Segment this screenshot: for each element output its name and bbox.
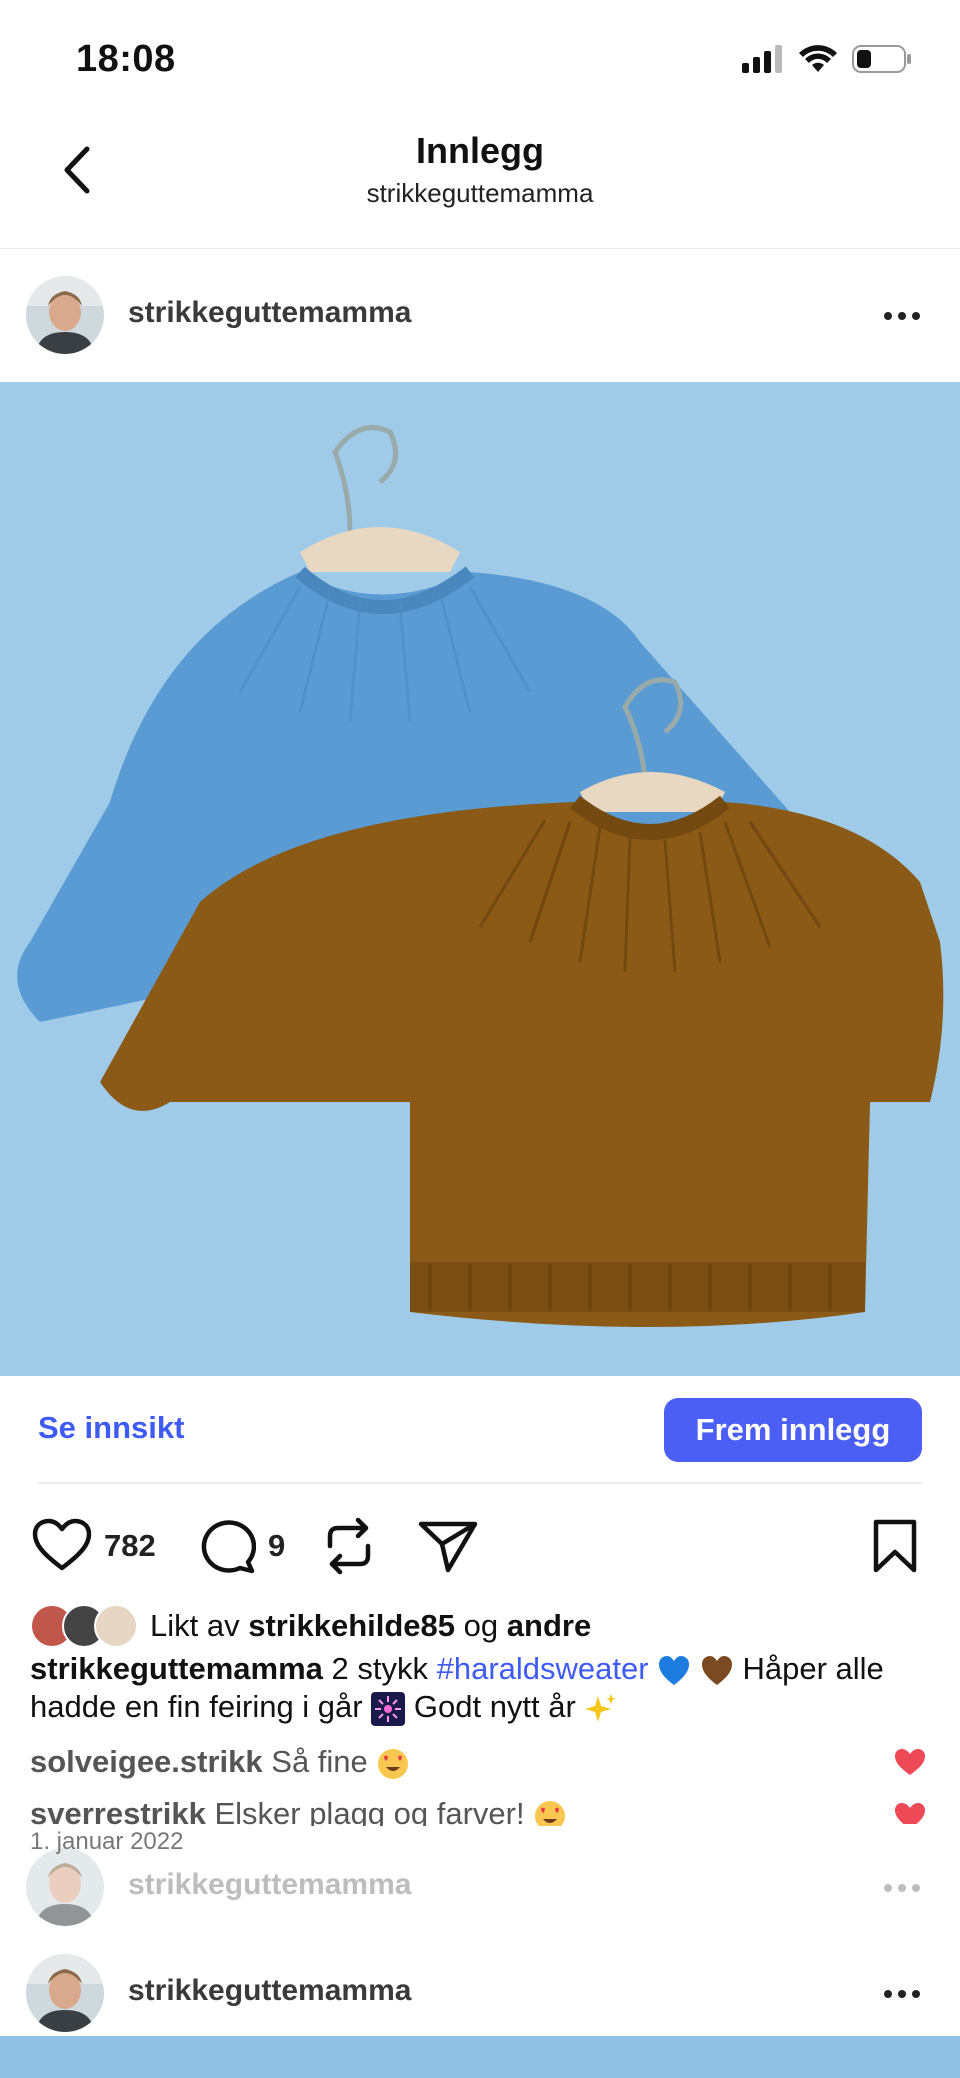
avatar[interactable] <box>26 1848 104 1926</box>
caption-text: Godt nytt år <box>413 1689 576 1724</box>
see-insights-link[interactable]: Se innsikt <box>38 1410 184 1446</box>
bookmark-icon <box>873 1519 917 1573</box>
heart-filled-icon <box>895 1803 925 1824</box>
more-options-button[interactable] <box>874 1974 930 2014</box>
wifi-icon <box>799 45 837 72</box>
fireworks-emoji-icon <box>371 1691 406 1726</box>
share-button[interactable] <box>418 1518 478 1579</box>
status-bar: 18:08 <box>0 0 960 120</box>
more-dot-icon <box>898 1884 906 1892</box>
more-dot-icon <box>884 312 892 320</box>
comment-username[interactable]: sverrestrikk <box>30 1796 206 1826</box>
comment-like-button[interactable] <box>894 1802 926 1824</box>
sweater-photo-icon <box>0 382 960 1376</box>
comment-text: Elsker plagg og farver! <box>214 1796 525 1826</box>
avatar-image <box>26 1954 104 2032</box>
liked-by-line[interactable]: Likt av strikkehilde85 og andre <box>30 1604 591 1648</box>
brown-heart-emoji-icon <box>701 1655 732 1685</box>
post-owner-actions: Se innsikt Frem innlegg <box>0 1376 960 1484</box>
liked-by-prefix: Likt av <box>150 1608 240 1643</box>
liked-by-others[interactable]: andre <box>507 1608 591 1644</box>
repost-button[interactable] <box>320 1516 378 1581</box>
status-icons <box>742 44 912 74</box>
status-time: 18:08 <box>76 38 176 80</box>
post-username[interactable]: strikkeguttemamma <box>128 1974 411 2008</box>
post-photo[interactable] <box>0 382 960 1376</box>
heart-icon <box>32 1518 92 1571</box>
liked-by-and: og <box>463 1608 499 1643</box>
comment-username[interactable]: solveigee.strikk <box>30 1744 263 1779</box>
more-options-button[interactable] <box>874 296 930 336</box>
heart-eyes-emoji-icon <box>535 1800 566 1826</box>
page-subtitle: strikkeguttemamma <box>366 178 594 208</box>
post-header: strikkeguttemamma <box>0 250 960 380</box>
more-dot-icon <box>898 312 906 320</box>
post-username[interactable]: strikkeguttemamma <box>128 296 411 330</box>
more-dot-icon <box>912 1990 920 1998</box>
more-dot-icon <box>884 1990 892 1998</box>
heart-filled-icon <box>895 1749 925 1775</box>
likes-count[interactable]: 782 <box>104 1528 156 1564</box>
blue-heart-emoji-icon <box>659 1655 690 1685</box>
promote-post-button[interactable]: Frem innlegg <box>664 1398 922 1462</box>
cellular-signal-icon <box>742 45 782 73</box>
caption-text: 2 stykk <box>331 1651 428 1686</box>
caption-username[interactable]: strikkeguttemamma <box>30 1651 323 1686</box>
next-post-photo[interactable] <box>0 2036 960 2078</box>
caption-hashtag[interactable]: #haraldsweater <box>437 1651 649 1686</box>
more-dot-icon <box>898 1990 906 1998</box>
page-title: Innlegg <box>416 130 544 171</box>
more-dot-icon <box>912 1884 920 1892</box>
liked-by-avatars <box>30 1604 138 1648</box>
heart-eyes-emoji-icon <box>378 1748 409 1779</box>
avatar-image <box>26 276 104 354</box>
save-button[interactable] <box>872 1518 918 1579</box>
post-action-bar: 782 9 <box>0 1500 960 1590</box>
more-dot-icon <box>884 1884 892 1892</box>
avatar-image <box>26 1848 104 1926</box>
next-post-header: strikkeguttemamma <box>0 1936 960 2036</box>
avatar[interactable] <box>26 1954 104 2032</box>
comments-count[interactable]: 9 <box>268 1528 285 1564</box>
comment-text: Så fine <box>271 1744 368 1779</box>
liked-by-avatar <box>94 1604 138 1648</box>
comment-row: sverrestrikk Elsker plagg og farver! <box>30 1792 910 1826</box>
more-dot-icon <box>912 312 920 320</box>
comment-row: solveigee.strikk Så fine <box>30 1740 910 1784</box>
more-options-button[interactable] <box>874 1868 930 1908</box>
comment-bubble-icon <box>201 1520 257 1574</box>
sparkles-emoji-icon <box>585 1693 617 1722</box>
comment-like-button[interactable] <box>894 1748 926 1781</box>
repost-icon <box>327 1517 371 1575</box>
post-caption: strikkeguttemamma 2 stykk #haraldsweater… <box>30 1650 930 1726</box>
navigation-bar: Innlegg strikkeguttemamma <box>0 120 960 249</box>
post-username[interactable]: strikkeguttemamma <box>128 1868 411 1902</box>
like-button[interactable] <box>32 1518 92 1577</box>
battery-icon <box>852 45 911 73</box>
avatar[interactable] <box>26 276 104 354</box>
send-paper-plane-icon <box>418 1521 478 1573</box>
divider <box>38 1482 922 1484</box>
post-date: 1. januar 2022 <box>30 1828 184 1855</box>
liked-by-user[interactable]: strikkehilde85 <box>248 1608 455 1644</box>
comment-button[interactable] <box>198 1518 257 1579</box>
